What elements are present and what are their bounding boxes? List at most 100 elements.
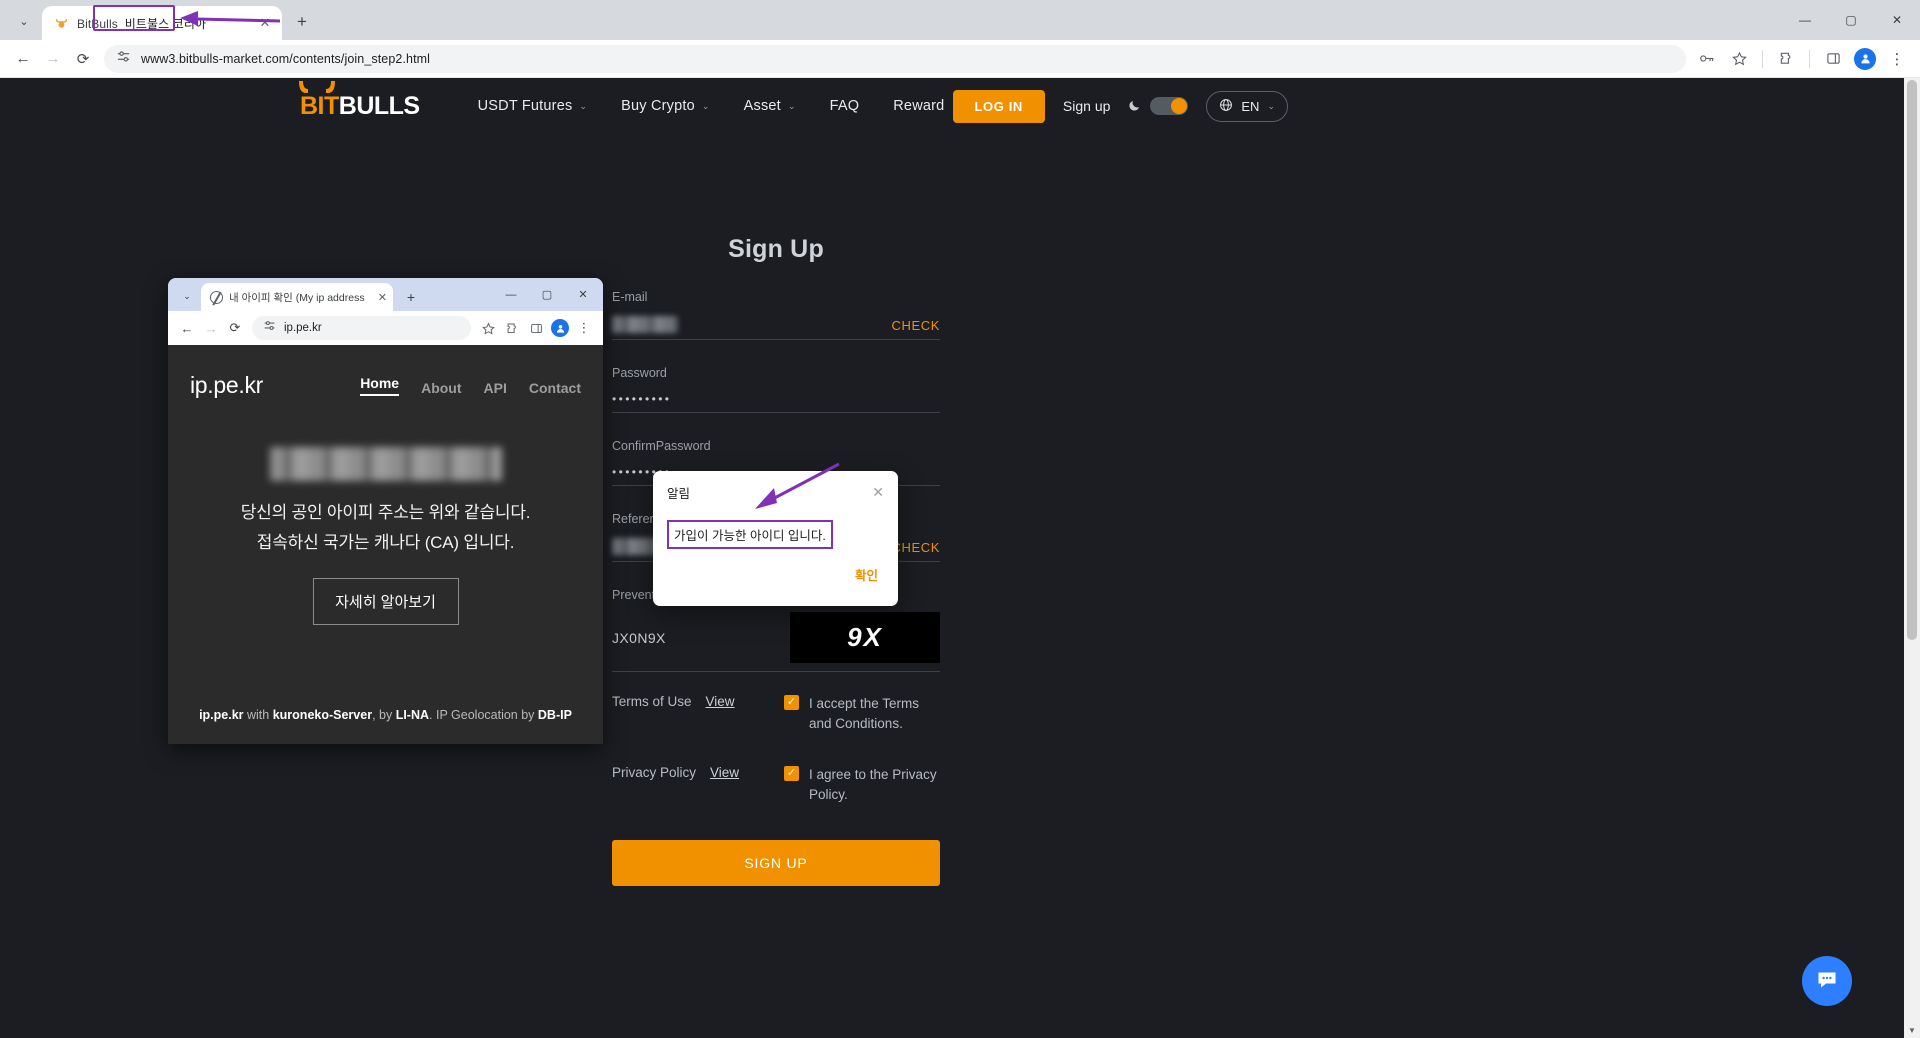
ip-nav-about[interactable]: About	[421, 380, 461, 396]
nav-label: Asset	[743, 98, 781, 114]
chevron-down-icon: ⌄	[701, 100, 710, 111]
profile-avatar-icon[interactable]	[1850, 44, 1880, 74]
inner-url-text: ip.pe.kr	[284, 322, 322, 334]
field-label: E-mail	[612, 290, 648, 304]
modal-header: 알림 ✕	[653, 471, 898, 502]
chevron-down-icon: ⌄	[579, 100, 588, 111]
ip-description-line-2: 접속하신 국가는 캐나다 (CA) 입니다.	[256, 533, 515, 552]
nav-item-usdt-futures[interactable]: USDT Futures ⌄	[478, 98, 588, 114]
modal-body: 가입이 가능한 아이디 입니다.	[653, 502, 898, 549]
modal-confirm-button[interactable]: 확인	[855, 565, 878, 584]
inner-reload-icon[interactable]: ⟳	[223, 316, 247, 340]
privacy-policy-view-link[interactable]: View	[710, 765, 739, 780]
inner-forward-icon[interactable]: →	[199, 316, 223, 340]
nav-item-asset[interactable]: Asset ⌄	[744, 98, 796, 114]
inner-close-button[interactable]: ✕	[565, 278, 601, 311]
inner-tab-close-icon[interactable]: ✕	[378, 291, 387, 304]
ip-nav-api[interactable]: API	[484, 380, 507, 396]
tune-icon[interactable]	[263, 319, 276, 337]
inner-back-icon[interactable]: ←	[175, 316, 199, 340]
minimize-button[interactable]: —	[1782, 0, 1828, 40]
new-tab-button[interactable]: +	[288, 8, 316, 36]
inner-minimize-button[interactable]: —	[493, 278, 529, 311]
inner-profile-avatar-icon[interactable]	[548, 316, 572, 340]
field-email: E-mail CHECK	[612, 290, 940, 340]
header-actions: LOG IN Sign up EN ⌄	[952, 89, 1904, 123]
toolbar-divider	[1762, 49, 1763, 68]
side-panel-icon[interactable]	[1818, 44, 1848, 74]
bitbulls-logo[interactable]: BITBULLS	[299, 80, 420, 119]
inner-side-panel-icon[interactable]	[524, 316, 548, 340]
inner-address-bar[interactable]: ip.pe.kr	[252, 316, 471, 340]
login-button[interactable]: LOG IN	[952, 89, 1045, 123]
ip-nav-contact[interactable]: Contact	[529, 380, 581, 396]
maximize-button[interactable]: ▢	[1828, 0, 1874, 40]
footer-author: LI-NA	[395, 708, 430, 722]
inner-browser-tab[interactable]: 내 아이피 확인 (My ip address ✕	[201, 283, 393, 311]
nav-label: Reward	[893, 98, 945, 114]
page-scrollbar[interactable]: ▲ ▼	[1904, 78, 1920, 1038]
privacy-checkbox[interactable]: ✓	[784, 766, 799, 782]
inner-kebab-menu-icon[interactable]: ⋮	[572, 316, 596, 340]
modal-message: 가입이 가능한 아이디 입니다.	[667, 520, 833, 549]
address-bar[interactable]: www3.bitbulls-market.com/contents/join_s…	[104, 44, 1686, 73]
tab-search-chevron-icon[interactable]: ⌄	[10, 7, 38, 35]
inner-tabstrip: ⌄ 내 아이피 확인 (My ip address ✕ + — ▢ ✕	[168, 278, 603, 311]
reference-check-button[interactable]: CHECK	[891, 540, 940, 555]
password-key-icon[interactable]	[1692, 44, 1722, 74]
nav-item-buy-crypto[interactable]: Buy Crypto ⌄	[621, 98, 709, 114]
privacy-agree-row[interactable]: ✓ I agree to the Privacy Policy.	[784, 765, 940, 804]
back-icon[interactable]: ←	[8, 44, 38, 74]
nav-label: USDT Futures	[477, 98, 573, 114]
inner-toolbar: ← → ⟳ ip.pe.kr ⋮	[168, 311, 603, 345]
ip-page-logo[interactable]: ip.pe.kr	[190, 372, 263, 399]
toggle-knob	[1171, 98, 1188, 114]
inner-new-tab-button[interactable]: +	[400, 286, 422, 308]
browser-tabstrip: ⌄ BitBulls 비트불스 코리아 ✕ + — ▢ ✕	[0, 0, 1920, 40]
dark-mode-toggle[interactable]	[1128, 97, 1189, 115]
chat-widget-button[interactable]	[1802, 956, 1852, 1006]
footer-site: ip.pe.kr	[199, 708, 244, 722]
footer-geo: . IP Geolocation by	[429, 708, 538, 722]
email-input[interactable]	[612, 316, 678, 333]
nav-item-faq[interactable]: FAQ	[830, 98, 860, 114]
extensions-puzzle-icon[interactable]	[1771, 44, 1801, 74]
signup-submit-button[interactable]: SIGN UP	[612, 840, 940, 887]
terms-accept-row[interactable]: ✓ I accept the Terms and Conditions.	[784, 694, 940, 733]
terms-accept-label: I accept the Terms and Conditions.	[809, 696, 920, 731]
forward-icon[interactable]: →	[38, 44, 68, 74]
scrollbar-thumb[interactable]	[1907, 80, 1917, 640]
field-password: Password •••••••••	[612, 366, 940, 413]
tune-icon[interactable]	[116, 49, 131, 69]
terms-of-use-row: Terms of Use View	[612, 694, 784, 709]
captcha-input[interactable]: JX0N9X	[612, 630, 666, 646]
inner-bookmark-star-icon[interactable]	[476, 316, 500, 340]
page-title: Sign Up	[728, 235, 824, 263]
bookmark-star-icon[interactable]	[1724, 44, 1754, 74]
password-input[interactable]: •••••••••	[612, 392, 671, 406]
email-check-button[interactable]: CHECK	[891, 318, 940, 333]
scrollbar-down-arrow[interactable]: ▼	[1904, 1022, 1920, 1038]
language-selector[interactable]: EN ⌄	[1206, 90, 1288, 122]
ip-nav-home[interactable]: Home	[360, 375, 400, 396]
bull-horns-icon	[299, 80, 335, 93]
terms-checkbox[interactable]: ✓	[784, 695, 799, 710]
inner-extensions-puzzle-icon[interactable]	[500, 316, 524, 340]
bull-icon	[53, 15, 69, 31]
terms-of-use-view-link[interactable]: View	[706, 694, 735, 709]
close-window-button[interactable]: ✕	[1874, 0, 1920, 40]
chrome-browser-window: ⌄ BitBulls 비트불스 코리아 ✕ + — ▢ ✕ ← → ⟳ www3…	[0, 0, 1920, 1038]
url-text: www3.bitbulls-market.com/contents/join_s…	[141, 51, 431, 66]
kebab-menu-icon[interactable]: ⋮	[1882, 44, 1912, 74]
purple-arrow-annotation	[180, 11, 281, 26]
ip-learn-more-button[interactable]: 자세히 알아보기	[312, 578, 459, 625]
signup-link[interactable]: Sign up	[1063, 98, 1110, 114]
reload-icon[interactable]: ⟳	[68, 44, 98, 74]
inner-maximize-button[interactable]: ▢	[529, 278, 565, 311]
globe-icon	[1219, 98, 1233, 115]
inner-tab-search-chevron-icon[interactable]: ⌄	[176, 285, 198, 307]
site-header: BITBULLS USDT Futures ⌄ Buy Crypto ⌄ Ass…	[0, 78, 1904, 134]
modal-close-icon[interactable]: ✕	[872, 484, 884, 501]
nav-item-reward[interactable]: Reward	[893, 98, 944, 114]
toggle-switch[interactable]	[1150, 97, 1189, 115]
